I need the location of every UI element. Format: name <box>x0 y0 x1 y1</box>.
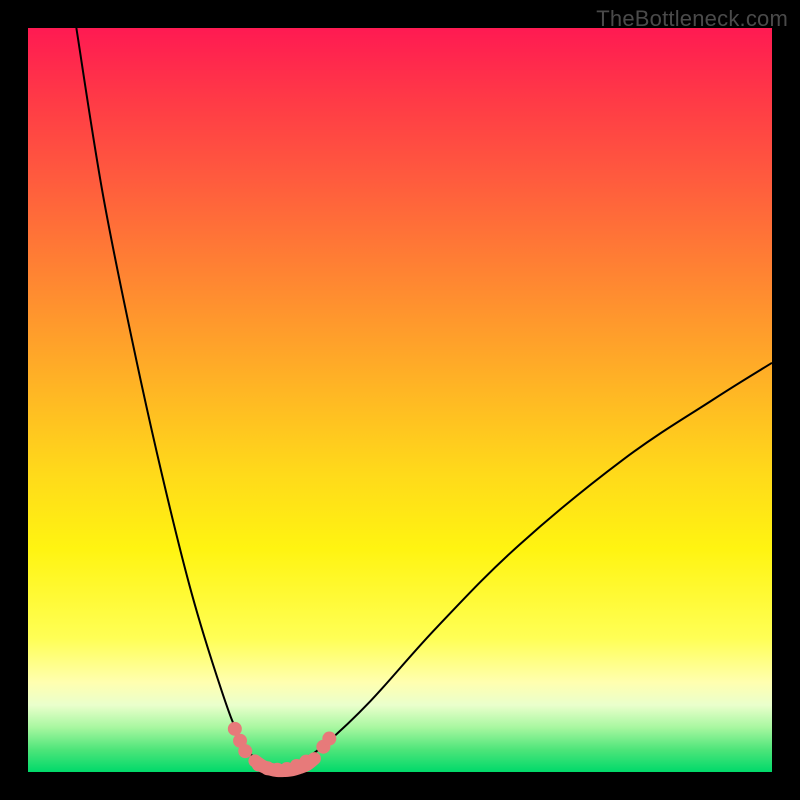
marker-point <box>299 755 313 769</box>
curve-left-branch <box>76 28 273 771</box>
marker-layer <box>228 722 336 777</box>
plot-area <box>28 28 772 772</box>
marker-point <box>228 722 242 736</box>
marker-point <box>322 732 336 746</box>
watermark-text: TheBottleneck.com <box>596 6 788 32</box>
marker-point <box>238 744 252 758</box>
curve-layer <box>76 28 772 771</box>
curve-right-branch <box>274 363 772 771</box>
chart-svg <box>28 28 772 772</box>
chart-frame: TheBottleneck.com <box>0 0 800 800</box>
